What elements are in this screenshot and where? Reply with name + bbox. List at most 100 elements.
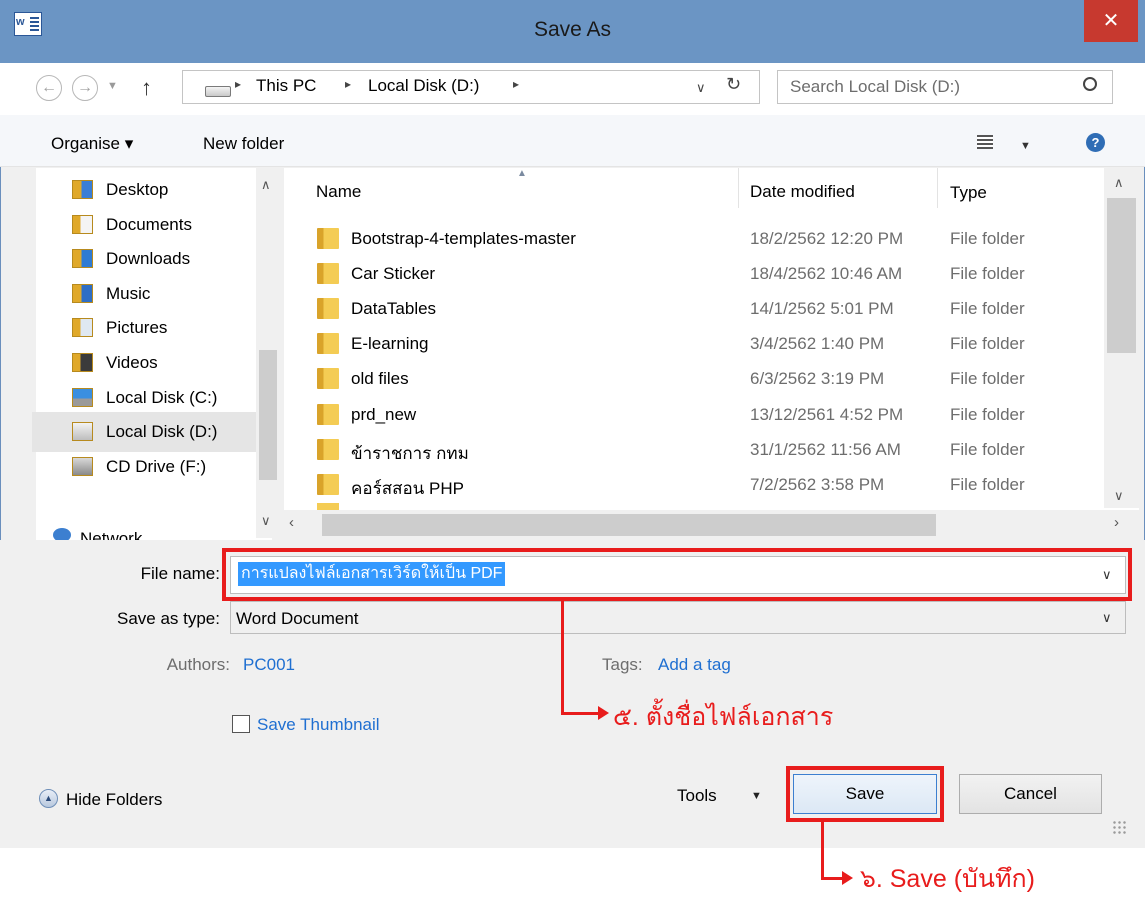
table-row[interactable]: prd_new 13/12/2561 4:52 PM File folder (314, 398, 1114, 433)
scroll-down-icon[interactable]: ∨ (1114, 488, 1124, 504)
cancel-button[interactable]: Cancel (959, 774, 1102, 814)
save-as-type-value: Word Document (236, 609, 359, 628)
nav-item-label: Music (106, 283, 151, 303)
table-row[interactable]: DataTables 14/1/2562 5:01 PM File folder (314, 292, 1114, 327)
nav-scrollbar-thumb[interactable] (259, 350, 277, 480)
file-name-cell: old files (351, 369, 409, 389)
tags-input[interactable]: Add a tag (658, 655, 731, 675)
resize-grip-icon[interactable] (1112, 820, 1126, 834)
column-divider[interactable] (937, 168, 938, 208)
table-row[interactable]: ข้าราชการ กทม 31/1/2562 11:56 AM File fold… (314, 433, 1114, 468)
file-name-label: File name: (140, 564, 220, 583)
search-placeholder: Search Local Disk (D:) (790, 77, 961, 96)
table-row[interactable]: คอร์สสอน PHP 7/2/2562 3:58 PM File folder (314, 468, 1114, 503)
nav-item-network[interactable]: Network (80, 525, 142, 540)
close-button[interactable]: ✕ (1084, 0, 1138, 42)
date-modified-cell: 18/4/2562 10:46 AM (750, 264, 903, 284)
date-modified-cell: 14/1/2562 5:01 PM (750, 299, 894, 319)
nav-scroll-down-icon[interactable]: ∨ (261, 513, 271, 529)
nav-scroll-up-icon[interactable]: ∧ (261, 177, 271, 193)
file-name-cell: DataTables (351, 299, 437, 319)
nav-item-label: CD Drive (F:) (106, 456, 207, 476)
column-header-date-modified[interactable]: Date modified (750, 182, 855, 202)
nav-item-music[interactable]: Music (72, 279, 151, 309)
file-list-scrollbar-thumb[interactable] (1107, 198, 1136, 353)
table-row[interactable]: Bootstrap-4-templates-master 18/2/2562 12… (314, 222, 1114, 257)
sort-ascending-icon: ▲ (517, 168, 527, 179)
save-thumbnail-label[interactable]: Save Thumbnail (257, 715, 380, 735)
hide-folders-icon[interactable]: ▲ (39, 789, 58, 808)
save-as-type-dropdown-icon[interactable]: ∨ (1102, 610, 1112, 626)
breadcrumb-separator-icon: ▸ (235, 77, 242, 91)
table-row[interactable]: E-learning 3/4/2562 1:40 PM File folder (314, 327, 1114, 362)
nav-item-local-disk-d[interactable]: Local Disk (D:) (72, 417, 217, 447)
file-name-cell: คอร์สสอน PHP (351, 478, 464, 498)
step5-connector-line (561, 712, 601, 715)
dialog-title: Save As (533, 18, 612, 41)
save-as-type-select[interactable] (230, 601, 1126, 634)
search-icon[interactable] (1083, 77, 1097, 91)
view-details-icon[interactable] (977, 135, 993, 149)
recent-locations-chevron-icon[interactable]: ▼ (107, 80, 118, 92)
new-folder-button[interactable]: New folder (203, 134, 284, 154)
breadcrumb-separator-icon: ▸ (345, 77, 352, 91)
folder-icon (317, 298, 339, 320)
nav-item-desktop[interactable]: Desktop (72, 175, 168, 205)
scroll-up-icon[interactable]: ∧ (1114, 175, 1124, 191)
organise-button[interactable]: Organise ▾ (51, 134, 133, 154)
up-arrow-icon[interactable]: ↑ (141, 75, 152, 101)
file-name-cell: Bootstrap-4-templates-master (351, 229, 576, 248)
help-icon[interactable]: ? (1086, 133, 1105, 152)
breadcrumb-this-pc[interactable]: This PC (256, 76, 316, 96)
command-toolbar (0, 115, 1145, 167)
step6-connector-line (821, 822, 824, 880)
videos-icon (72, 353, 93, 372)
folder-icon (317, 263, 339, 285)
tools-button[interactable]: Tools (677, 786, 717, 806)
nav-item-videos[interactable]: Videos (72, 348, 158, 378)
breadcrumb-local-disk-d[interactable]: Local Disk (D:) (368, 76, 479, 96)
column-divider[interactable] (738, 168, 739, 208)
type-cell: File folder (950, 264, 1025, 284)
type-cell: File folder (950, 439, 1025, 459)
save-thumbnail-checkbox[interactable] (232, 715, 250, 733)
table-row[interactable]: Car Sticker 18/4/2562 10:46 AM File folder (314, 257, 1114, 292)
file-list-h-scrollbar-thumb[interactable] (322, 514, 936, 536)
step6-annotation: ๖. Save (บันทึก) (860, 865, 1035, 893)
date-modified-cell: 6/3/2562 3:19 PM (750, 369, 885, 389)
nav-item-documents[interactable]: Documents (72, 210, 192, 240)
folder-icon (317, 228, 339, 249)
date-modified-cell: 7/2/2562 3:58 PM (750, 474, 885, 494)
column-header-type[interactable]: Type (950, 183, 987, 203)
address-dropdown-icon[interactable]: ∨ (696, 80, 706, 96)
pictures-icon (72, 318, 93, 338)
nav-item-local-disk-c[interactable]: Local Disk (C:) (72, 383, 217, 413)
file-name-cell: Car Sticker (351, 264, 436, 284)
nav-item-downloads[interactable]: Downloads (72, 244, 190, 274)
drive-icon (205, 86, 231, 97)
forward-button[interactable]: → (72, 75, 98, 101)
scroll-right-icon[interactable]: › (1114, 514, 1119, 531)
column-header-name[interactable]: Name (316, 182, 361, 202)
downloads-icon (72, 249, 93, 269)
nav-item-cd-drive-f[interactable]: CD Drive (F:) (72, 452, 207, 482)
folder-icon (317, 333, 339, 355)
scroll-left-icon[interactable]: ‹ (289, 514, 294, 531)
table-row[interactable]: old files 6/3/2562 3:19 PM File folder (314, 362, 1114, 397)
step5-highlight-box (222, 548, 1132, 601)
back-button[interactable]: ← (36, 75, 62, 101)
nav-item-pictures[interactable]: Pictures (72, 313, 168, 343)
file-name-cell: ข้าราชการ กทม (351, 443, 469, 463)
refresh-icon[interactable]: ↻ (726, 74, 741, 95)
nav-item-label: Videos (106, 353, 158, 372)
nav-item-label: Pictures (106, 318, 168, 338)
authors-value[interactable]: PC001 (243, 655, 295, 675)
folder-icon (317, 368, 339, 390)
folder-icon (317, 473, 339, 495)
nav-item-label: Documents (106, 214, 192, 234)
hide-folders-button[interactable]: Hide Folders (66, 790, 162, 810)
step5-arrow-icon (598, 706, 609, 720)
step6-arrow-icon (842, 871, 853, 885)
tools-dropdown-icon[interactable]: ▼ (751, 790, 762, 802)
view-dropdown-icon[interactable]: ▼ (1020, 140, 1031, 152)
